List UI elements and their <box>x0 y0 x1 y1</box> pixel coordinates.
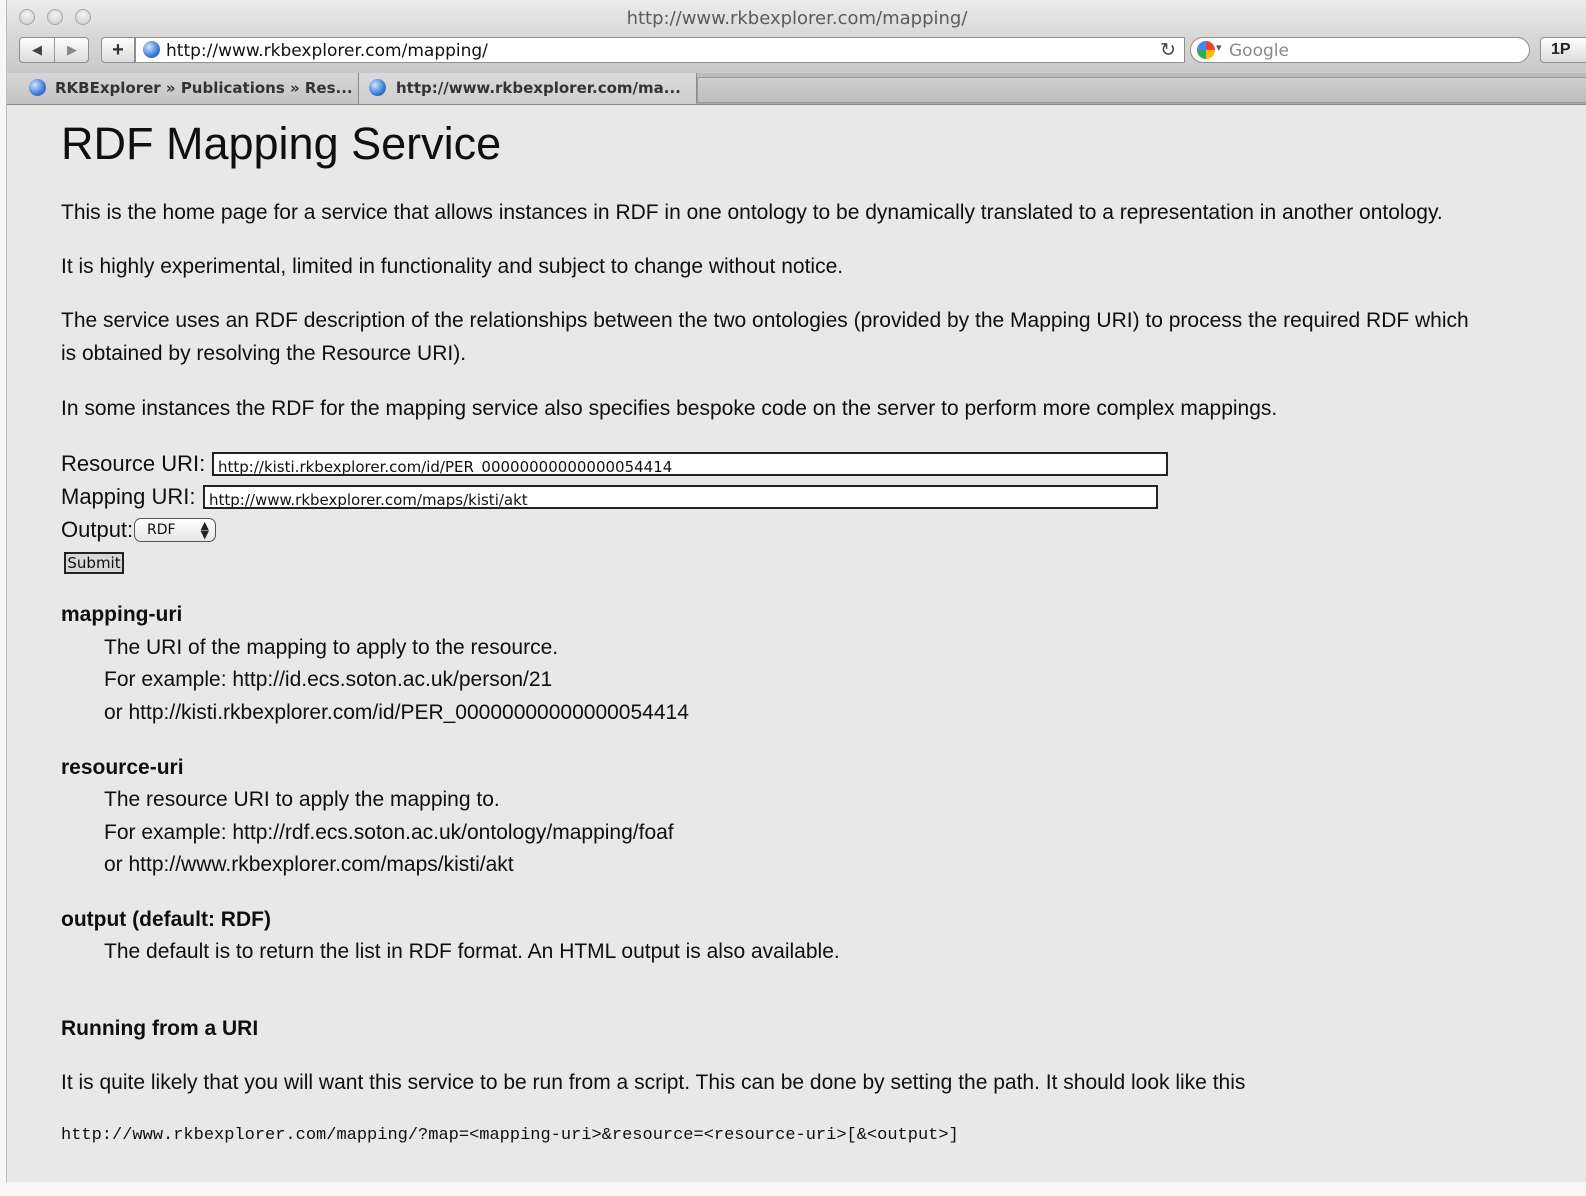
nav-buttons: ◀ ▶ <box>19 37 89 63</box>
forward-button[interactable]: ▶ <box>55 38 89 62</box>
browser-toolbar: ◀ ▶ + http://www.rkbexplorer.com/mapping… <box>7 33 1586 73</box>
page-title: RDF Mapping Service <box>61 118 502 169</box>
forward-arrow-icon: ▶ <box>67 42 77 57</box>
experimental-paragraph: It is highly experimental, limited in fu… <box>61 255 844 278</box>
search-placeholder: Google <box>1229 41 1289 61</box>
title-bar: http://www.rkbexplorer.com/mapping/ <box>7 0 1586 36</box>
mapping-uri-description: The URI of the mapping to apply to the r… <box>104 636 559 659</box>
window-title: http://www.rkbexplorer.com/mapping/ <box>626 8 968 29</box>
onepassword-button[interactable]: 1P <box>1540 37 1586 63</box>
tab-rkbexplorer-publications[interactable]: RKBExplorer » Publications » Res... <box>7 73 359 104</box>
mapping-uri-example: For example: http://id.ecs.soton.ac.uk/p… <box>104 668 553 691</box>
select-arrows-icon: ▲ ▼ <box>200 519 209 541</box>
page-content: RDF Mapping Service This is the home pag… <box>7 105 1586 1182</box>
service-description-line-2: is obtained by resolving the Resource UR… <box>61 342 467 365</box>
tab-bar-empty-area[interactable] <box>697 77 1586 103</box>
browser-window: http://www.rkbexplorer.com/mapping/ ◀ ▶ … <box>6 0 1586 1182</box>
tab-bar: RKBExplorer » Publications » Res... http… <box>7 73 1586 105</box>
search-field[interactable]: ▾ Google <box>1190 37 1530 63</box>
tab-globe-icon <box>29 79 46 96</box>
tab-label: RKBExplorer » Publications » Res... <box>55 79 353 97</box>
resource-uri-label: Resource URI: <box>61 451 206 476</box>
mapping-uri-input[interactable]: http://www.rkbexplorer.com/maps/kisti/ak… <box>203 485 1158 509</box>
google-search-icon[interactable] <box>1197 41 1215 59</box>
url-pattern-code: http://www.rkbexplorer.com/mapping/?map=… <box>61 1126 959 1145</box>
resource-uri-term: resource-uri <box>61 756 184 779</box>
add-bookmark-button[interactable]: + <box>101 37 135 63</box>
submit-button[interactable]: Submit <box>64 552 124 574</box>
resource-uri-example: For example: http://rdf.ecs.soton.ac.uk/… <box>104 821 674 844</box>
back-button[interactable]: ◀ <box>20 38 54 62</box>
output-description: The default is to return the list in RDF… <box>104 940 840 963</box>
output-select[interactable]: RDF ▲ ▼ <box>134 518 216 542</box>
reload-icon[interactable]: ↻ <box>1160 39 1176 62</box>
mapping-uri-example-alt: or http://kisti.rkbexplorer.com/id/PER_0… <box>104 701 689 724</box>
plus-icon: + <box>112 39 124 61</box>
running-from-uri-heading: Running from a URI <box>61 1017 259 1040</box>
mapping-uri-label: Mapping URI: <box>61 484 196 509</box>
output-term: output (default: RDF) <box>61 908 271 931</box>
intro-paragraph: This is the home page for a service that… <box>61 201 1443 224</box>
tab-mapping[interactable]: http://www.rkbexplorer.com/ma... <box>359 73 697 104</box>
resource-uri-description: The resource URI to apply the mapping to… <box>104 788 500 811</box>
resource-uri-example-alt: or http://www.rkbexplorer.com/maps/kisti… <box>104 853 514 876</box>
mapping-uri-term: mapping-uri <box>61 603 183 626</box>
output-selected-value: RDF <box>147 522 176 538</box>
search-engine-caret-icon[interactable]: ▾ <box>1216 41 1222 54</box>
running-from-uri-text: It is quite likely that you will want th… <box>61 1071 1246 1094</box>
service-description-line-1: The service uses an RDF description of t… <box>61 309 1469 332</box>
back-arrow-icon: ◀ <box>32 42 42 57</box>
site-globe-icon <box>143 41 160 58</box>
resource-uri-input[interactable]: http://kisti.rkbexplorer.com/id/PER_0000… <box>212 452 1168 476</box>
bespoke-code-paragraph: In some instances the RDF for the mappin… <box>61 397 1278 420</box>
tab-label: http://www.rkbexplorer.com/ma... <box>396 79 681 97</box>
output-label: Output: <box>61 517 134 542</box>
tab-globe-icon <box>369 79 386 96</box>
address-bar-url[interactable]: http://www.rkbexplorer.com/mapping/ <box>166 41 488 61</box>
address-bar[interactable]: http://www.rkbexplorer.com/mapping/ ↻ <box>135 37 1185 63</box>
